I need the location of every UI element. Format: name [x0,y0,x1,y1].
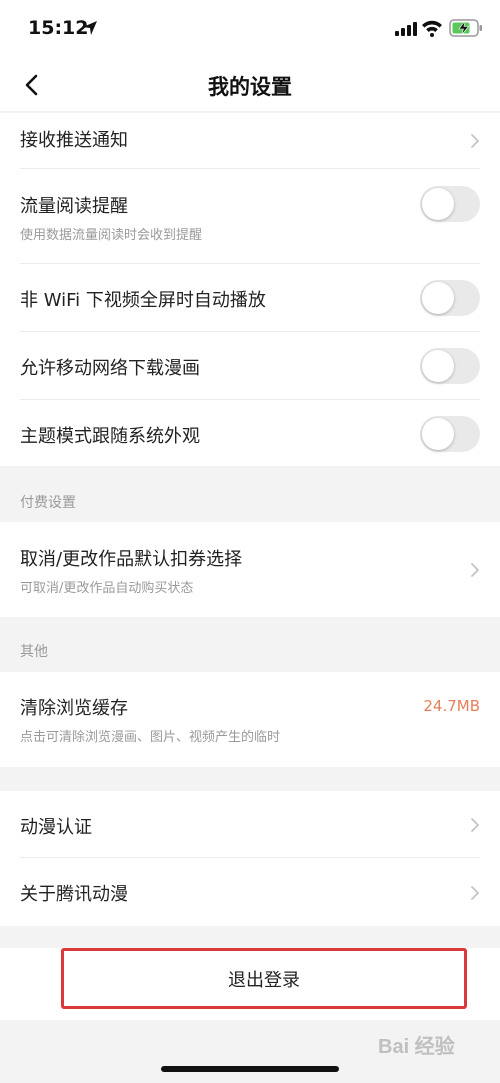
section-header-other: 其他 [0,617,500,672]
clear-cache-description: 点击可清除浏览漫画、图片、视频产生的临时 [20,730,281,745]
location-arrow-icon [83,21,97,35]
chevron-right-icon [471,563,479,577]
traffic-reminder-toggle[interactable] [420,186,480,222]
wifi-icon [422,20,442,37]
traffic-reminder-row: 流量阅读提醒 使用数据流量阅读时会收到提醒 [0,169,500,264]
theme-follow-row: 主题模式跟随系统外观 [0,400,500,466]
battery-charging-icon [449,19,482,37]
chevron-right-icon [471,134,479,148]
status-time: 15:12 [28,17,89,39]
watermark: Bai 经验 [378,1036,455,1058]
toggle-knob [422,282,454,314]
autoplay-video-label: 非 WiFi 下视频全屏时自动播放 [20,290,266,311]
autoplay-video-toggle[interactable] [420,280,480,316]
section-header-other-label: 其他 [20,644,48,660]
logout-section: 退出登录 [0,948,500,1020]
section-header-paid-label: 付费设置 [20,495,76,511]
toggle-knob [422,350,454,382]
clear-cache-label: 清除浏览缓存 [20,698,128,719]
cache-size-value: 24.7MB [423,697,480,715]
theme-follow-toggle[interactable] [420,416,480,452]
default-coupon-description: 可取消/更改作品自动购买状态 [20,581,194,596]
autoplay-video-row: 非 WiFi 下视频全屏时自动播放 [0,264,500,332]
default-coupon-label: 取消/更改作品默认扣券选择 [20,549,243,570]
status-bar: 15:12 [0,0,500,58]
toggle-knob [422,418,454,450]
push-notification-label: 接收推送通知 [20,130,128,151]
about-label: 关于腾讯动漫 [20,884,128,905]
mobile-download-label: 允许移动网络下载漫画 [20,358,200,379]
theme-follow-label: 主题模式跟随系统外观 [20,426,200,447]
certification-row[interactable]: 动漫认证 [0,791,500,858]
chevron-right-icon [471,886,479,900]
page-title: 我的设置 [208,75,292,99]
traffic-reminder-label: 流量阅读提醒 [20,196,128,217]
chevron-right-icon [471,818,479,832]
section-header-paid: 付费设置 [0,466,500,522]
toggle-knob [422,188,454,220]
logout-button[interactable]: 退出登录 [61,948,467,1009]
default-coupon-row[interactable]: 取消/更改作品默认扣券选择 可取消/更改作品自动购买状态 [0,522,500,617]
section-spacer [0,767,500,791]
certification-label: 动漫认证 [20,817,92,838]
clear-cache-row[interactable]: 清除浏览缓存 点击可清除浏览漫画、图片、视频产生的临时 24.7MB [0,672,500,767]
mobile-download-row: 允许移动网络下载漫画 [0,332,500,400]
nav-bar: 我的设置 [0,58,500,112]
about-row[interactable]: 关于腾讯动漫 [0,858,500,926]
home-indicator [161,1066,339,1072]
cellular-signal-icon [395,22,417,36]
traffic-reminder-description: 使用数据流量阅读时会收到提醒 [20,228,203,243]
mobile-download-toggle[interactable] [420,348,480,384]
push-notification-row[interactable]: 接收推送通知 [0,113,500,169]
